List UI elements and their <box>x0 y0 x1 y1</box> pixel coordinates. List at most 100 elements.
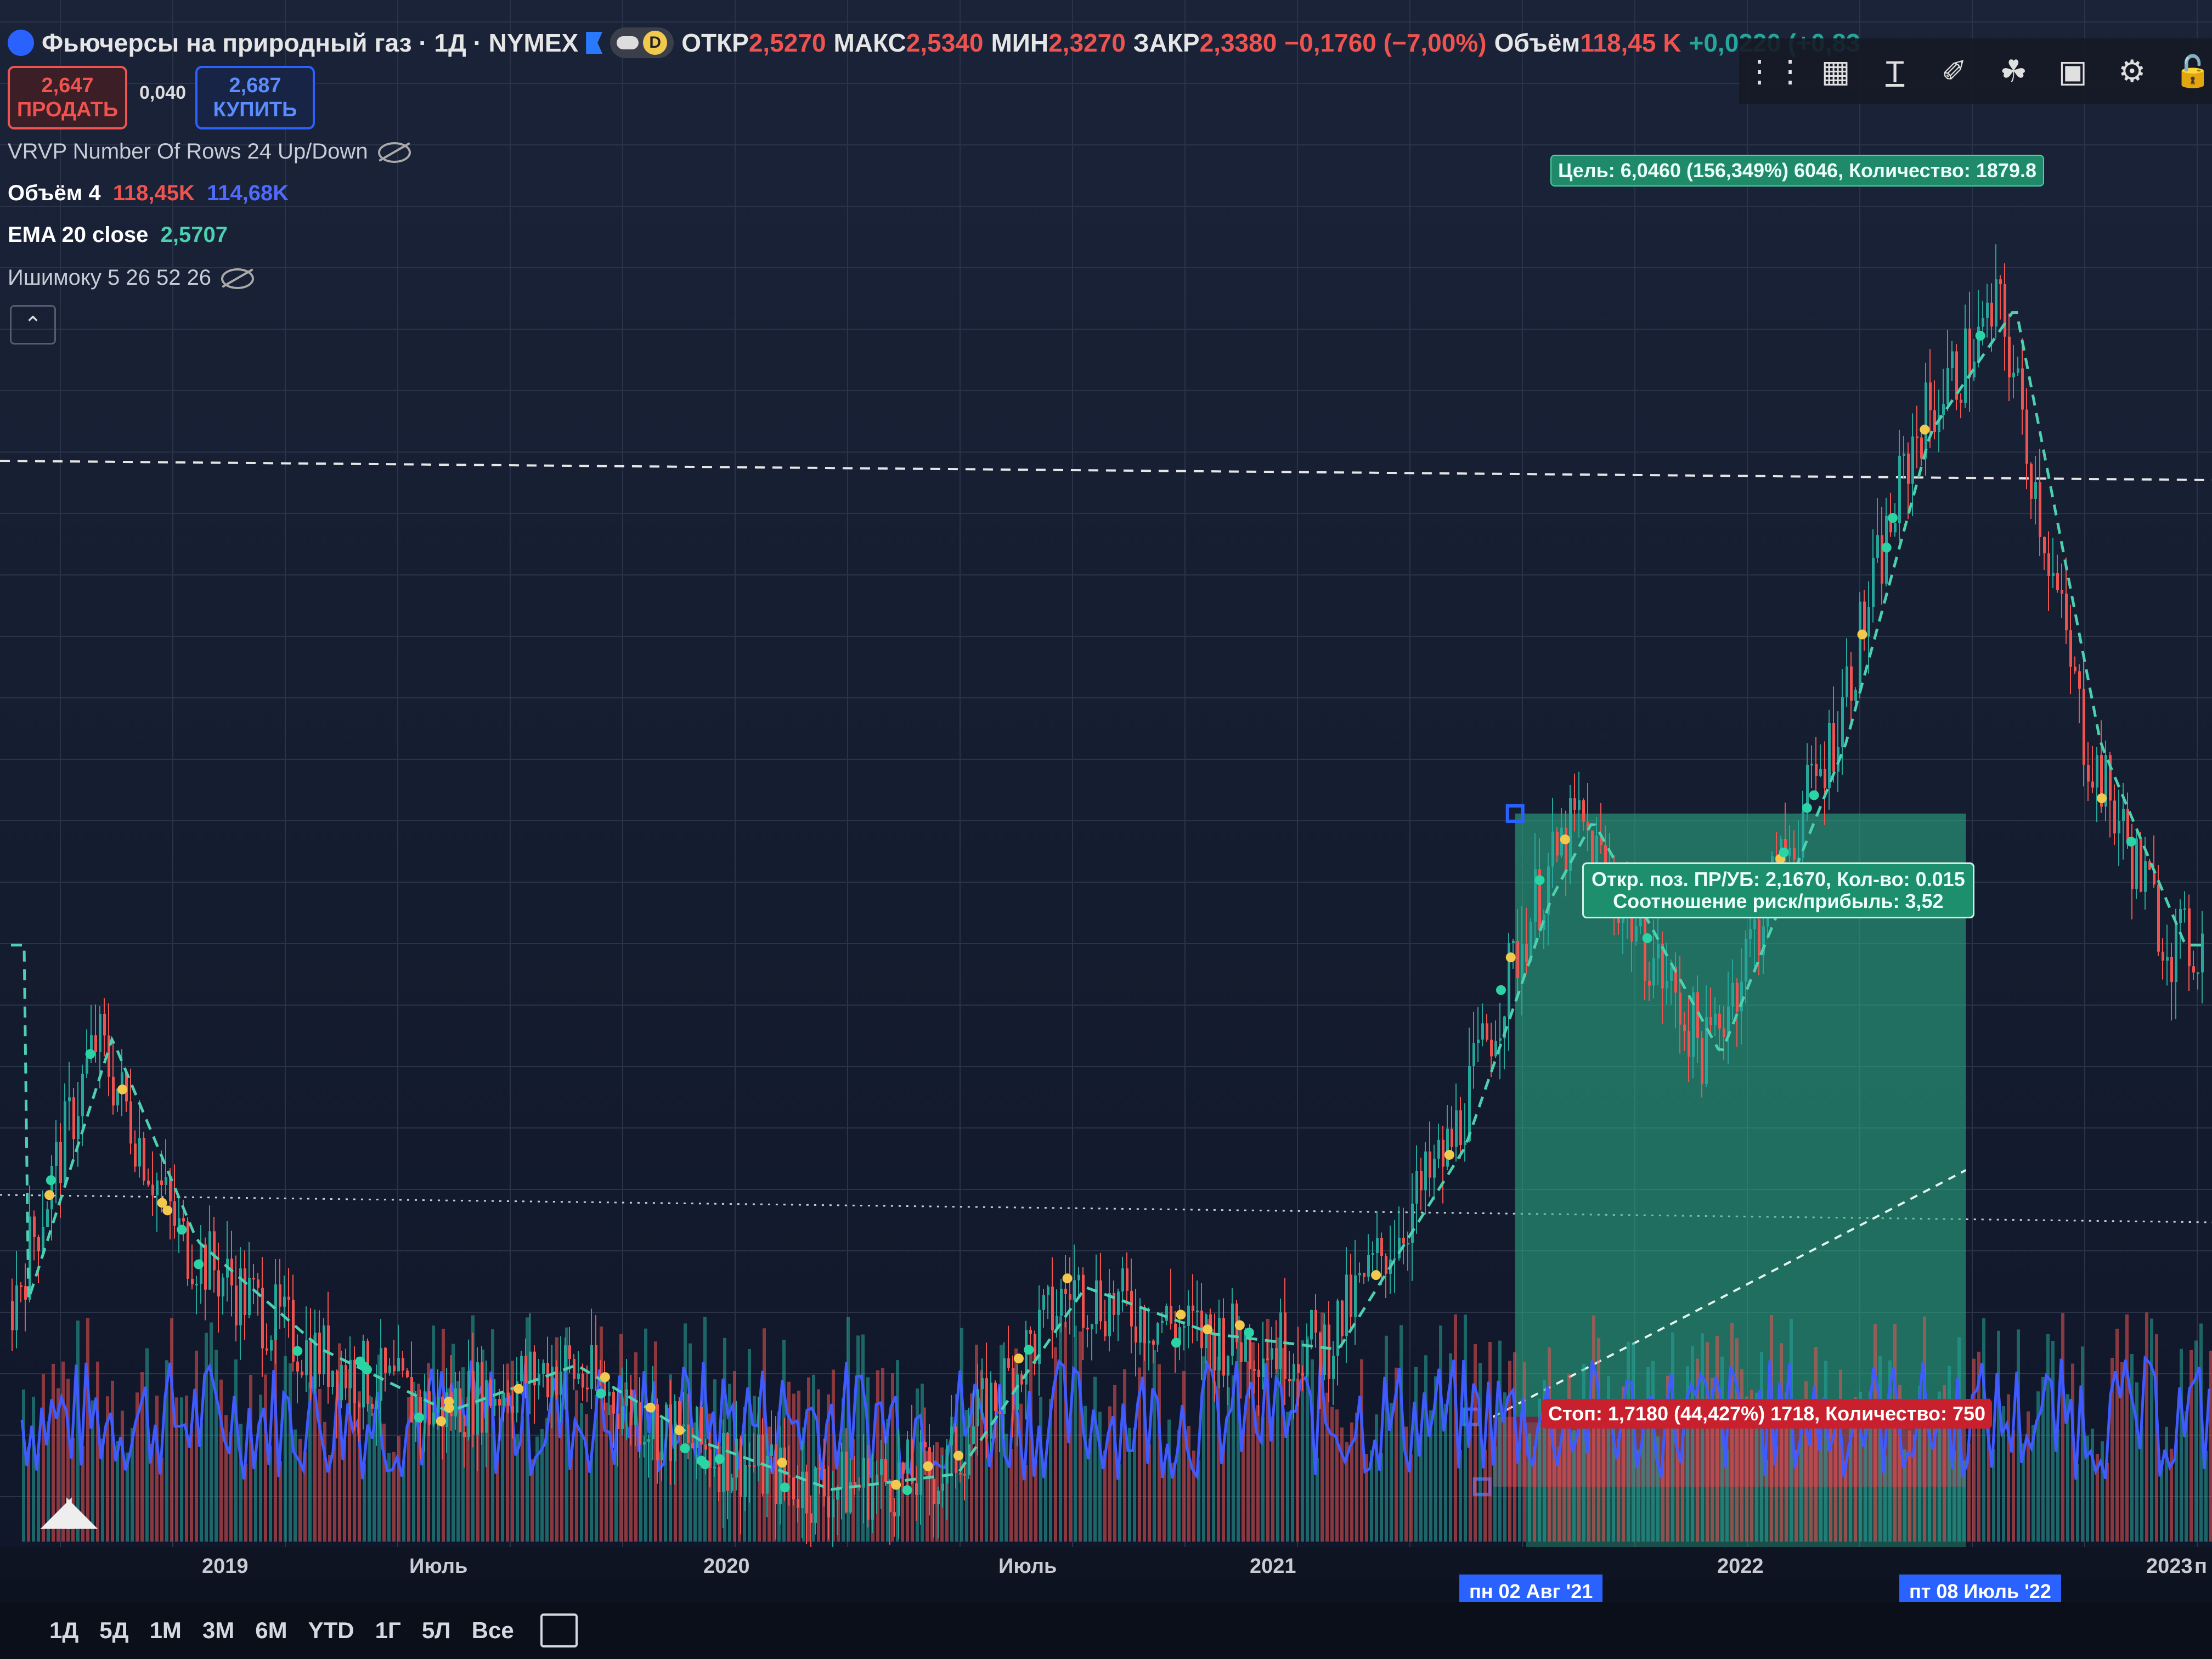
target-label[interactable]: Цель: 6,0460 (156,349%) 6046, Количество… <box>1550 155 2044 187</box>
entry-label[interactable]: Откр. поз. ПР/УБ: 2,1670, Кол-во: 0.015 … <box>1582 862 1974 918</box>
lock-icon[interactable]: 🔓 <box>2174 52 2212 91</box>
candle-body <box>1165 1306 1168 1321</box>
candle-body <box>1714 1013 1717 1025</box>
range-1m[interactable]: 1М <box>150 1617 182 1644</box>
volume-bar <box>1123 1369 1126 1542</box>
candle-body <box>2047 553 2050 576</box>
candle-body <box>138 1138 141 1167</box>
delayed-data-icon: D <box>643 31 668 55</box>
range-ytd[interactable]: YTD <box>308 1617 354 1644</box>
candle-body <box>691 1443 694 1448</box>
candle-body <box>72 1097 75 1139</box>
calendar-icon[interactable] <box>540 1613 578 1647</box>
candle-body <box>1657 944 1660 958</box>
candle-body <box>2039 482 2041 538</box>
range-5y[interactable]: 5Л <box>422 1617 451 1644</box>
volume-bar <box>1997 1330 2000 1542</box>
candle-body <box>511 1406 514 1413</box>
candle-body <box>1301 1373 1304 1376</box>
spread-value: 0,040 <box>139 82 187 103</box>
candle-body <box>1187 1305 1190 1327</box>
volume-bar <box>1893 1324 1897 1542</box>
candle-body <box>2034 482 2037 499</box>
range-3m[interactable]: 3М <box>202 1617 234 1644</box>
indicator-volume[interactable]: Объём 4 118,45K 114,68K <box>8 181 289 206</box>
volume-bar <box>1523 1362 1526 1542</box>
candle-body <box>2008 336 2011 377</box>
candle-body <box>279 1284 281 1307</box>
sell-button[interactable]: 2,647 ПРОДАТЬ <box>8 66 127 129</box>
bucket-icon[interactable]: ☘ <box>1996 52 2031 91</box>
ichimoku-dot <box>177 1224 187 1235</box>
candle-body <box>1099 1280 1102 1322</box>
volume-bar <box>111 1380 114 1542</box>
volume-bar <box>185 1395 188 1542</box>
picture-icon[interactable]: ▣ <box>2055 52 2090 91</box>
candle-body <box>437 1397 439 1413</box>
range-1y[interactable]: 1Г <box>375 1617 401 1644</box>
candle-body <box>823 1469 826 1497</box>
price-chart[interactable] <box>0 0 2212 1569</box>
ichimoku-dot <box>292 1346 303 1356</box>
indicator-ema[interactable]: EMA 20 close 2,5707 <box>8 223 228 247</box>
candle-body <box>1060 1289 1063 1316</box>
indicator-vrvp[interactable]: VRVP Number Of Rows 24 Up/Down <box>8 139 411 164</box>
candle-body <box>406 1370 409 1377</box>
text-icon[interactable]: T <box>1877 52 1912 91</box>
settings-icon[interactable]: ⚙ <box>2114 52 2149 91</box>
candle-body <box>1310 1310 1313 1340</box>
candle-body <box>266 1348 268 1351</box>
candle-body <box>840 1452 843 1489</box>
indicator-ichimoku[interactable]: Ишимоку 5 26 52 26 <box>8 266 255 290</box>
volume-bar <box>876 1370 879 1542</box>
range-all[interactable]: Все <box>472 1617 514 1644</box>
candle-body <box>1016 1374 1019 1410</box>
candle-body <box>1903 453 1905 456</box>
stop-label[interactable]: Стоп: 1,7180 (44,427%) 1718, Количество:… <box>1542 1399 1993 1429</box>
buy-button[interactable]: 2,687 КУПИТЬ <box>195 66 315 129</box>
candle-body <box>1841 697 1844 747</box>
hidden-eye-icon[interactable] <box>221 268 255 290</box>
candle-body <box>1793 848 1796 860</box>
range-bar: 1Д 5Д 1М 3М 6М YTD 1Г 5Л Все <box>0 1602 2212 1659</box>
flag-icon[interactable] <box>586 32 603 54</box>
volume-bar <box>1424 1355 1427 1542</box>
candle-body <box>1214 1333 1216 1371</box>
candle-body <box>81 1074 84 1116</box>
time-axis[interactable] <box>0 1547 2212 1580</box>
collapse-indicators-button[interactable]: ⌃ <box>10 305 56 345</box>
candle-body <box>977 1389 979 1426</box>
volume-bar <box>1375 1414 1378 1542</box>
candle-body <box>64 1101 66 1183</box>
candle-body <box>1376 1238 1379 1253</box>
range-5d[interactable]: 5Д <box>99 1617 128 1644</box>
ichimoku-dot <box>1888 512 1898 523</box>
candle-body <box>2043 537 2046 554</box>
candle-body <box>235 1285 238 1325</box>
candle-body <box>1358 1272 1361 1276</box>
hidden-eye-icon[interactable] <box>377 142 411 163</box>
volume-value: 118,45 K <box>1580 29 1681 57</box>
candle-body <box>911 1439 913 1483</box>
candle-body <box>178 1218 180 1226</box>
range-6m[interactable]: 6М <box>255 1617 287 1644</box>
symbol-title[interactable]: Фьючерсы на природный газ · 1Д · NYMEX <box>42 28 578 58</box>
candle-body <box>2183 908 2186 910</box>
candle-body <box>718 1466 720 1492</box>
candle-body <box>1451 1128 1453 1147</box>
candle-body <box>687 1424 690 1443</box>
candle-body <box>213 1231 216 1271</box>
ichimoku-dot <box>1496 985 1506 995</box>
object-tree-icon[interactable]: ▦ <box>1818 52 1853 91</box>
candle-body <box>998 1411 1001 1414</box>
fill-icon[interactable]: ✐ <box>1937 52 1972 91</box>
data-status-pill[interactable]: D <box>610 27 674 58</box>
candle-body <box>2069 630 2072 667</box>
candle-body <box>1907 453 1910 484</box>
candle-body <box>134 1143 137 1167</box>
candle-body <box>182 1218 185 1222</box>
drag-handle-icon[interactable]: ⋮⋮ <box>1744 52 1805 91</box>
candle-body <box>129 1101 132 1144</box>
range-1d[interactable]: 1Д <box>49 1617 78 1644</box>
candle-body <box>2065 594 2068 630</box>
